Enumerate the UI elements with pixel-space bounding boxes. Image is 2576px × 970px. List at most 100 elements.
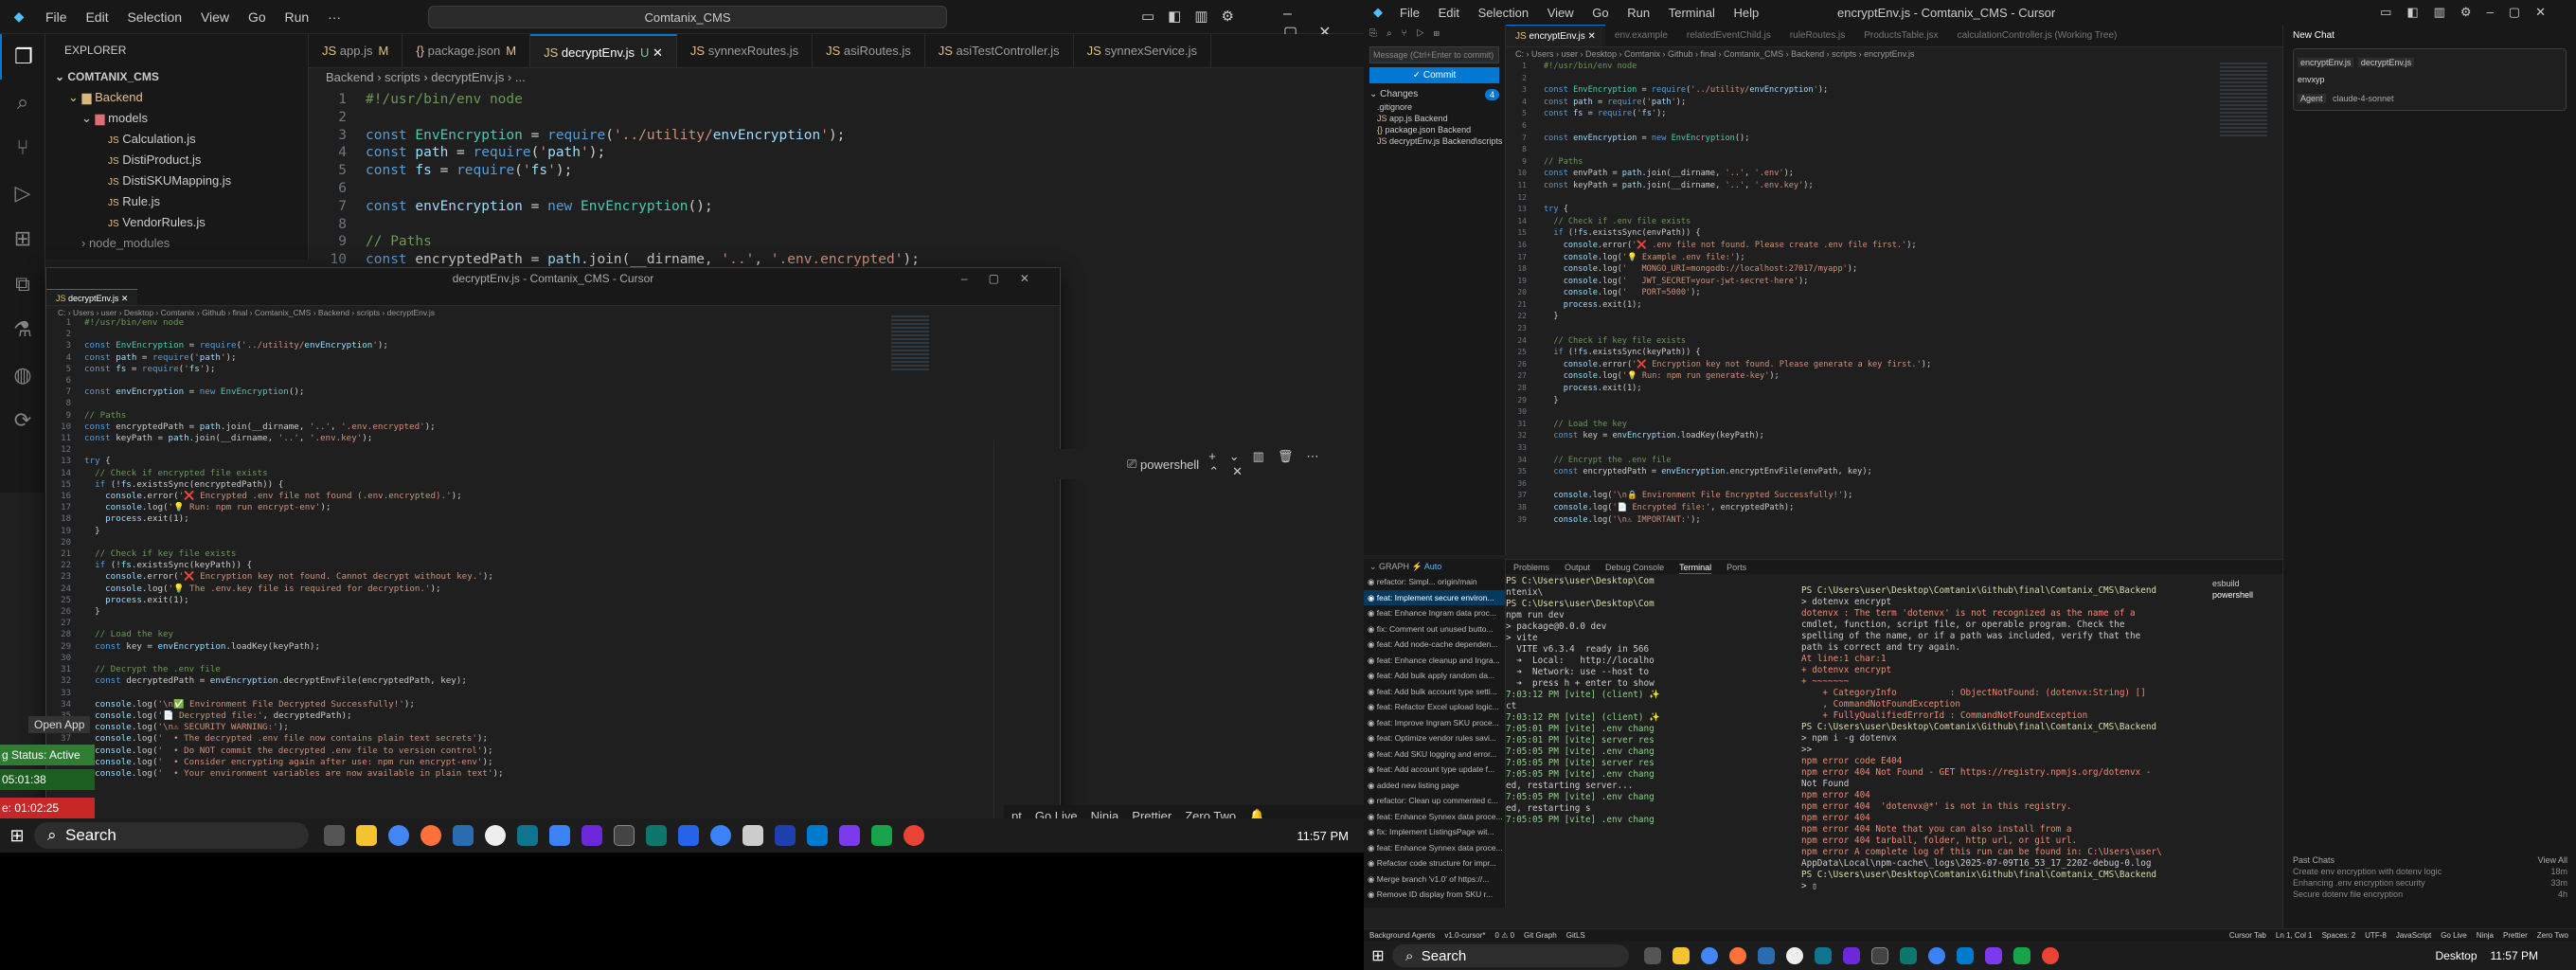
tree-backend[interactable]: ⌄ ▆ Backend [55, 87, 308, 108]
tab-rule-routes[interactable]: ruleRoutes.js [1780, 25, 1854, 46]
code-line[interactable]: 22 } [1506, 311, 2282, 323]
firefox-icon[interactable] [420, 825, 441, 846]
close-icon[interactable]: ✕ [653, 45, 663, 60]
past-chat-item[interactable]: Secure dotenv file encryption 4h [2293, 889, 2567, 900]
model-selector[interactable]: claude-4-sonnet [2330, 94, 2397, 103]
app-icon[interactable] [485, 825, 506, 846]
code-line[interactable]: 31 // Decrypt the .env file [46, 664, 993, 675]
menu-go[interactable]: Go [248, 9, 266, 25]
code-line[interactable]: 19 console.log(' JWT_SECRET=your-jwt-sec… [1506, 276, 2282, 288]
graph-commit[interactable]: ◉ feat: Enhance cleanup and Ingra... [1364, 653, 1505, 669]
terminal-powershell[interactable]: PS C:\Users\user\Desktop\Comtanix\Github… [1801, 585, 2209, 915]
app-icon[interactable] [549, 825, 570, 846]
code-line[interactable]: 27 [46, 618, 993, 629]
tree-file[interactable]: JS Rule.js [55, 191, 308, 212]
tab-asitestcontroller[interactable]: JS asiTestController.js [925, 34, 1074, 67]
code-line[interactable]: 7 const envEncryption = new EnvEncryption… [309, 198, 1364, 216]
code-line[interactable]: 6 [46, 375, 993, 386]
code-line[interactable]: 11 const keyPath = path.join(__dirname, '… [1506, 180, 2282, 192]
remote-icon[interactable]: ⧉ [0, 261, 45, 307]
chrome-icon[interactable] [2042, 947, 2059, 964]
code-line[interactable]: 5 const fs = require('fs'); [1506, 108, 2282, 120]
tab-calc-controller[interactable]: calculationController.js (Working Tree) [1948, 25, 2127, 46]
clock[interactable]: 11:57 PM [1297, 829, 1349, 843]
minimap[interactable] [891, 315, 929, 372]
graph-commit[interactable]: ◉ refactor: Simpl... origin/main [1364, 574, 1505, 590]
code-line[interactable]: 3 const EnvEncryption = require('../utili… [309, 127, 1364, 145]
vscode-icon[interactable] [1957, 947, 1974, 964]
chrome-icon[interactable] [1928, 947, 1945, 964]
tab-encryptenv[interactable]: JS encryptEnv.js ✕ [1506, 25, 1605, 46]
scm-file[interactable]: JS app.js Backend [1364, 113, 1505, 124]
taskbar-search[interactable]: ⌕ Search [34, 822, 309, 849]
menu-edit[interactable]: Edit [1439, 6, 1459, 20]
app-icon[interactable] [517, 825, 538, 846]
commit-message-input[interactable]: Message (Ctrl+Enter to commit) [1369, 46, 1499, 63]
tab-decryptenv[interactable]: JS decryptEnv.js U ✕ [530, 34, 677, 67]
chat-input-text[interactable]: envxyp [2298, 74, 2562, 85]
tab-asiroutes[interactable]: JS asiRoutes.js [813, 34, 925, 67]
code-line[interactable]: 21 process.exit(1); [1506, 299, 2282, 312]
tree-models[interactable]: ⌄ ▆ models [55, 108, 308, 129]
tree-file[interactable]: JS VendorRules.js [55, 212, 308, 233]
file-explorer-icon[interactable] [356, 825, 377, 846]
status-theme[interactable]: Zero Two [2537, 931, 2568, 940]
code-line[interactable]: 3 const EnvEncryption = require('../utili… [1506, 84, 2282, 97]
code-line[interactable]: 22 if (!fs.existsSync(keyPath)) { [46, 560, 993, 571]
windows-start-icon[interactable]: ⊞ [1364, 946, 1392, 965]
past-chat-item[interactable]: Enhancing .env encryption security 33m [2293, 877, 2567, 889]
status-language[interactable]: JavaScript [2396, 931, 2431, 940]
chat-input-box[interactable]: encryptEnv.js decryptEnv.js envxyp Agent… [2293, 48, 2567, 111]
chrome-icon[interactable] [710, 825, 731, 846]
excel-icon[interactable] [2013, 947, 2030, 964]
status-spaces[interactable]: Spaces: 2 [2322, 931, 2356, 940]
firefox-icon[interactable] [1729, 947, 1746, 964]
extensions-icon[interactable]: ⊞ [0, 216, 45, 261]
code-line[interactable]: 7 const envEncryption = new EnvEncryption… [46, 386, 993, 398]
status-go-live[interactable]: Go Live [2441, 931, 2467, 940]
graph-commit[interactable]: ◉ feat: Improve Ingram SKU proce... [1364, 715, 1505, 731]
code-line[interactable]: 28 // Load the key [46, 629, 993, 640]
code-line[interactable]: 29 } [1506, 395, 2282, 407]
status-active-badge[interactable]: g Status: Active [0, 745, 95, 765]
code-line[interactable]: 14 // Check if encrypted file exists [46, 468, 993, 479]
app-icon[interactable] [1900, 947, 1917, 964]
taskbar-search[interactable]: ⌕ Search [1392, 944, 1629, 967]
right-code-editor[interactable]: 1 #!/usr/bin/env node 2 3 const EnvEncryptio… [1506, 61, 2282, 553]
status-cursor-tab[interactable]: Cursor Tab [2229, 931, 2266, 940]
code-line[interactable]: 29 const key = envEncryption.loadKey(key… [46, 641, 993, 653]
tab-synnexroutes[interactable]: JS synnexRoutes.js [677, 34, 814, 67]
changes-header[interactable]: ⌄ Changes 4 [1364, 87, 1505, 101]
floating-tab[interactable]: JS decryptEnv.js ✕ [46, 289, 138, 305]
code-line[interactable]: 34 console.log('\n✅ Environment File Dec… [46, 699, 993, 710]
tab-products-table[interactable]: ProductsTable.jsx [1854, 25, 1947, 46]
code-line[interactable]: 8 [46, 398, 993, 409]
code-line[interactable]: 5 const fs = require('fs'); [309, 162, 1364, 180]
menu-file[interactable]: File [1400, 6, 1420, 20]
code-line[interactable]: 6 [309, 180, 1364, 198]
code-line[interactable]: 15 if (!fs.existsSync(envPath)) { [1506, 227, 2282, 240]
code-line[interactable]: 36 console.log('\n⚠ SECURITY WARNING:'); [46, 722, 993, 733]
app-icon[interactable] [775, 825, 796, 846]
app-icon[interactable] [1815, 947, 1832, 964]
graph-commit[interactable]: ◉ feat: Add SKU logging and error... [1364, 746, 1505, 763]
status-ninja[interactable]: Ninja [2477, 931, 2494, 940]
menu-more[interactable]: ··· [328, 9, 341, 25]
code-line[interactable]: 32 const decryptedPath = envEncryption.d… [46, 675, 993, 687]
code-line[interactable]: 38 console.log(' • Do NOT commit the dec… [46, 745, 993, 757]
code-line[interactable]: 2 [46, 329, 993, 340]
code-line[interactable]: 35 const encryptedPath = envEncryption.e… [1506, 466, 2282, 478]
panel-tab-output[interactable]: Output [1565, 560, 1590, 574]
python-icon[interactable]: ◍ [0, 352, 45, 398]
code-line[interactable]: 40 console.log(' • Your environment vari… [46, 768, 993, 780]
code-line[interactable]: 2 [1506, 73, 2282, 85]
scm-file[interactable]: .gitignore [1364, 101, 1505, 113]
onenote-icon[interactable] [839, 825, 860, 846]
chrome-icon[interactable] [1701, 947, 1718, 964]
tab-package-json[interactable]: {} package.json M [402, 34, 531, 67]
excel-icon[interactable] [871, 825, 892, 846]
left-code-editor[interactable]: 1 #!/usr/bin/env node 2 3 const EnvEncryptio… [309, 89, 1364, 267]
tab-synnexservice[interactable]: JS synnexService.js [1074, 34, 1211, 67]
terminal-vite[interactable]: PS C:\Users\user\Desktop\Com ntenix\ PS C:… [1506, 576, 1799, 917]
app-icon[interactable] [581, 825, 602, 846]
